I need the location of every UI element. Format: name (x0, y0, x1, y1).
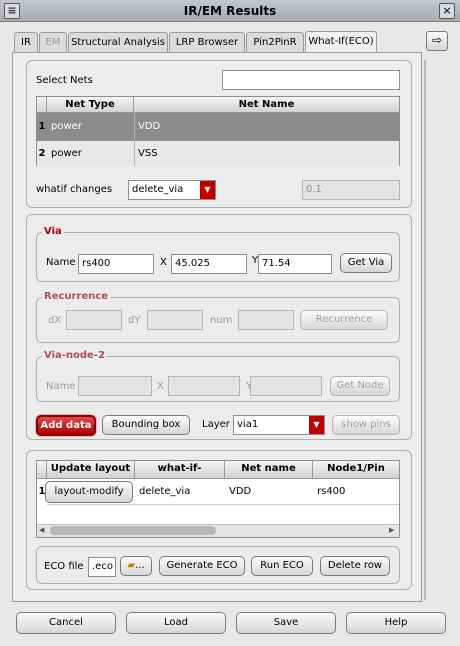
browse-folder-button[interactable]: ▰... (120, 556, 152, 576)
close-icon[interactable]: × (439, 3, 455, 19)
cancel-button[interactable]: Cancel (16, 612, 116, 634)
bounding-box-button[interactable]: Bounding box (102, 415, 190, 435)
eco-table-header-node1-pin[interactable]: Node1/Pin (313, 461, 399, 479)
via-x-input[interactable]: 45.025 (171, 254, 247, 274)
recurrence-num-input (238, 310, 294, 330)
get-via-button[interactable]: Get Via (340, 253, 392, 273)
save-button[interactable]: Save (236, 612, 336, 634)
tab-pin2pinr[interactable]: Pin2PinR (246, 32, 304, 52)
generate-eco-button[interactable]: Generate ECO (159, 556, 245, 576)
tab-structural-analysis[interactable]: Structural Analysis (68, 32, 168, 52)
tab-ir[interactable]: IR (14, 32, 38, 52)
recurrence-num-label: num (210, 315, 233, 326)
select-nets-input[interactable] (222, 70, 400, 90)
load-button[interactable]: Load (126, 612, 226, 634)
chevron-down-icon[interactable]: ▼ (309, 416, 324, 434)
eco-table-header-what-if-analysis[interactable]: what-if-analysis (135, 461, 225, 490)
eco-file-label: ECO file (44, 561, 84, 572)
recurrence-dx-input (66, 310, 122, 330)
tab-em: EM (39, 32, 67, 52)
whatif-value-input: 0.1 (302, 180, 400, 200)
via-y-input[interactable]: 71.54 (258, 254, 332, 274)
recurrence-group-title: Recurrence (42, 291, 111, 303)
eco-table-cell-node[interactable]: rs400 (313, 482, 397, 502)
run-eco-button[interactable]: Run ECO (251, 556, 313, 576)
help-button[interactable]: Help (346, 612, 446, 634)
scroll-right-icon[interactable]: ▶ (389, 526, 397, 535)
eco-table-header-update-layout[interactable]: Update layout (47, 461, 135, 479)
tab-what-if-eco[interactable]: What-If(ECO) (305, 31, 377, 53)
whatif-changes-label: whatif changes (36, 184, 113, 195)
via-node-2-name-label: Name (46, 381, 76, 392)
net-table-row-number: 2 (37, 144, 47, 164)
net-table-cell-name[interactable]: VDD (134, 117, 334, 137)
net-table-divider (134, 113, 135, 166)
net-table-corner (37, 97, 47, 113)
eco-table-scroll-thumb[interactable] (50, 526, 216, 535)
show-pins-button: show pins (332, 415, 400, 435)
scroll-left-icon[interactable]: ◀ (39, 526, 47, 535)
net-table-cell-name[interactable]: VSS (134, 144, 334, 164)
whatif-changes-value: delete_via (132, 184, 184, 195)
net-table-cell-type[interactable]: power (47, 144, 134, 164)
scroll-tabs-right-icon[interactable]: ⇨ (426, 31, 448, 51)
layout-modify-button[interactable]: layout-modify (45, 481, 133, 503)
select-nets-label: Select Nets (36, 75, 93, 86)
recurrence-dy-label: dY (128, 315, 141, 326)
eco-table-header-net-name[interactable]: Net name (225, 461, 313, 479)
via-x-label: X (160, 257, 167, 268)
folder-icon: ▰ (127, 560, 136, 571)
net-table-row-number: 1 (37, 117, 47, 137)
layer-label: Layer (202, 419, 230, 430)
net-table-header-type[interactable]: Net Type (47, 97, 134, 113)
window-title: IR/EM Results (183, 4, 277, 18)
panel-separator (424, 60, 426, 600)
via-name-label: Name (46, 257, 76, 268)
eco-table-cell-net[interactable]: VDD (225, 482, 311, 502)
recurrence-button: Recurrence (300, 310, 388, 330)
browse-label: ... (135, 560, 145, 571)
eco-table-corner (37, 461, 47, 479)
get-node-button: Get Node (330, 376, 390, 396)
via-node-2-x-label: X (157, 381, 164, 392)
via-node-2-group-title: Via-node-2 (42, 350, 107, 362)
eco-file-input[interactable]: .eco (88, 557, 116, 577)
delete-row-button[interactable]: Delete row (320, 556, 390, 576)
via-group-title: Via (42, 226, 64, 238)
chevron-down-icon[interactable]: ▼ (200, 181, 215, 199)
net-table-header-name[interactable]: Net Name (134, 97, 399, 113)
via-node-2-x-input (168, 376, 240, 396)
eco-table-cell-analysis[interactable]: delete_via (135, 482, 223, 502)
via-node-2-name-input (78, 376, 152, 396)
add-data-button[interactable]: Add data (36, 415, 96, 436)
recurrence-dy-input (147, 310, 203, 330)
via-node-2-y-input (250, 376, 322, 396)
recurrence-dx-label: dX (48, 315, 62, 326)
layer-value: via1 (237, 419, 259, 430)
net-table-cell-type[interactable]: power (47, 117, 134, 137)
via-name-input[interactable]: rs400 (78, 254, 154, 274)
tab-lrp-browser[interactable]: LRP Browser (169, 32, 245, 52)
